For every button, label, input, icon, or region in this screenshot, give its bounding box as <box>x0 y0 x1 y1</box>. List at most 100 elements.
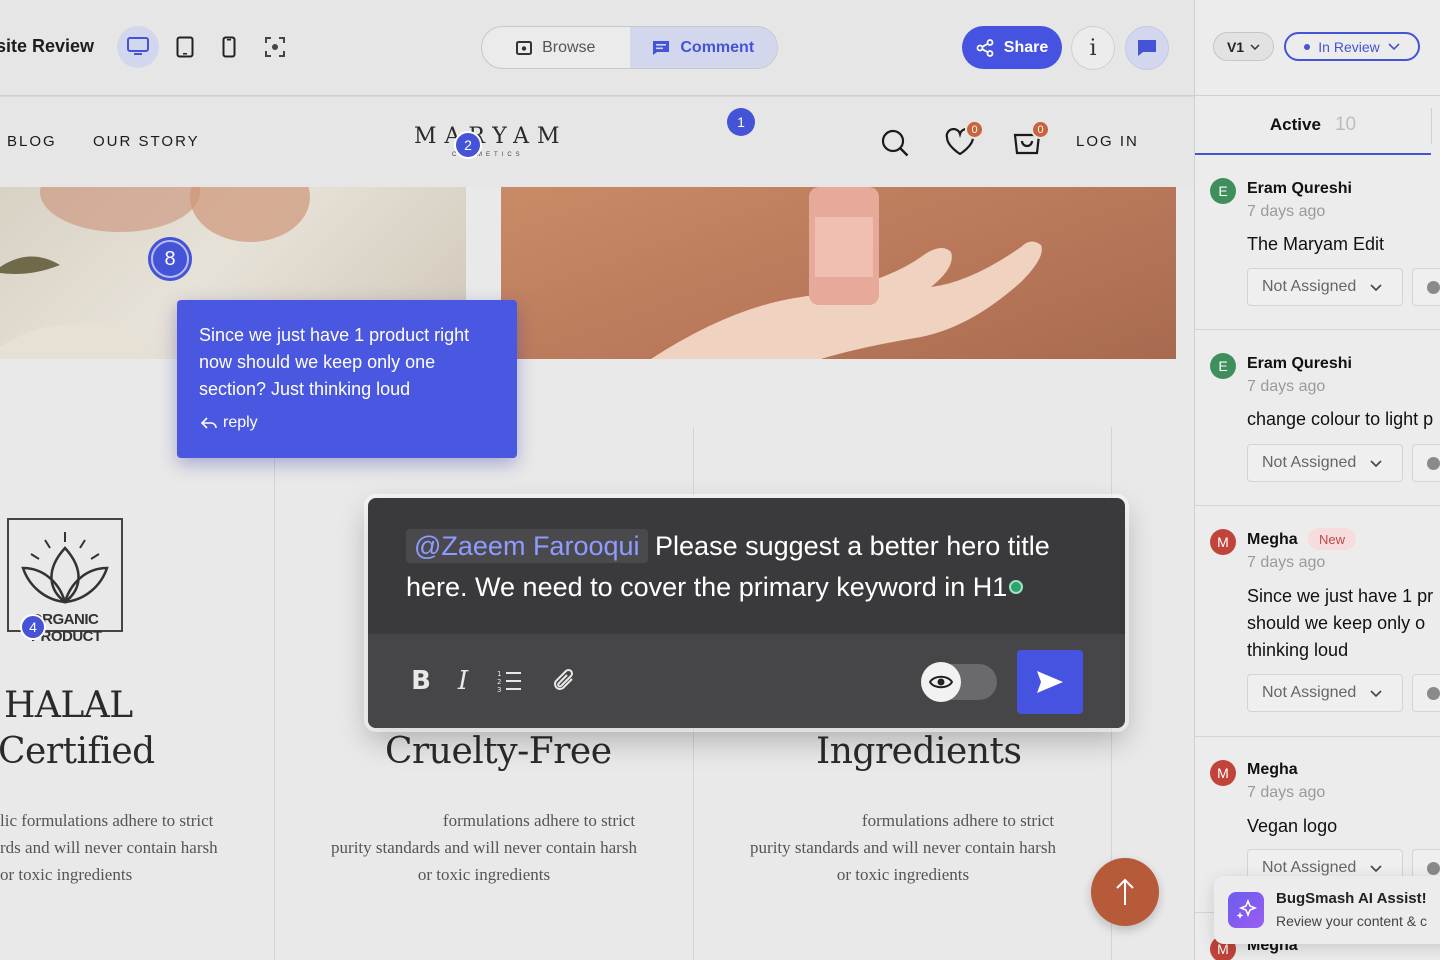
nav-link-blog[interactable]: BLOG <box>7 133 57 150</box>
priority-dropdown[interactable] <box>1412 268 1440 306</box>
reply-label: reply <box>223 414 258 431</box>
chevron-down-icon <box>1370 283 1382 291</box>
desktop-icon <box>127 37 149 55</box>
chevron-down-icon <box>1370 689 1382 697</box>
tab-active[interactable]: Active 10 <box>1195 97 1431 155</box>
info-button[interactable]: i <box>1071 26 1115 70</box>
scroll-to-top-button[interactable] <box>1091 858 1159 926</box>
priority-dropdown[interactable] <box>1412 444 1440 482</box>
share-button[interactable]: Share <box>962 26 1062 69</box>
comment-composer: @Zaeem Farooqui Please suggest a better … <box>368 498 1125 728</box>
reply-button[interactable]: reply <box>201 414 258 432</box>
mode-switch: Browse Comment <box>481 26 778 69</box>
cursor-indicator <box>1009 580 1024 594</box>
send-comment-button[interactable] <box>1017 650 1083 714</box>
comment-text: The Maryam Edit <box>1247 234 1385 254</box>
hero-image-right <box>501 187 1176 359</box>
comment-pin-1[interactable]: 1 <box>727 108 755 136</box>
assignee-label: Not Assigned <box>1262 278 1357 295</box>
comment-text: Vegan logo <box>1247 816 1338 836</box>
avatar: E <box>1210 353 1236 379</box>
comment-pin-4[interactable]: 4 <box>20 614 46 640</box>
priority-dropdown[interactable] <box>1412 674 1440 712</box>
feature-title-cruelty-free: Cruelty-Free <box>385 731 612 772</box>
mobile-view-button[interactable] <box>208 26 250 68</box>
tab-active-count: 10 <box>1334 114 1357 135</box>
nav-link-our-story[interactable]: OUR STORY <box>93 133 200 150</box>
comment-author: Megha <box>1247 761 1298 778</box>
site-header: BLOG OUR STORY MARYAM COSMETICS 0 0 LOG … <box>0 97 1194 187</box>
assignee-dropdown[interactable]: Not Assigned <box>1247 268 1403 306</box>
comment-list-item[interactable]: E Eram Qureshi 7 days ago change colour … <box>1195 331 1440 506</box>
attach-button[interactable] <box>550 666 580 696</box>
assignee-label: Not Assigned <box>1262 859 1357 876</box>
comment-popover[interactable]: Since we just have 1 product right now s… <box>177 300 517 458</box>
bold-icon: B <box>411 666 431 696</box>
composer-toolbar: B I 123 <box>368 634 1125 728</box>
avatar: M <box>1210 529 1236 555</box>
italic-icon: I <box>457 666 469 696</box>
feature-text-halal: lic formulations adhere to strict rds an… <box>0 811 218 884</box>
svg-text:3: 3 <box>497 686 501 693</box>
review-status-dropdown[interactable]: In Review <box>1284 32 1420 61</box>
visibility-toggle[interactable] <box>921 662 997 702</box>
comment-author: Megha <box>1247 531 1298 548</box>
search-icon[interactable] <box>880 128 910 158</box>
comment-list-item[interactable]: E Eram Qureshi 7 days ago The Maryam Edi… <box>1195 157 1440 330</box>
status-dot <box>1304 43 1311 50</box>
comment-pin-8[interactable]: 8 <box>151 240 189 278</box>
assignee-dropdown[interactable]: Not Assigned <box>1247 444 1403 482</box>
chevron-down-icon <box>1370 459 1382 467</box>
version-label: V1 <box>1226 38 1245 55</box>
browser-icon <box>516 40 533 55</box>
share-label: Share <box>1003 38 1049 56</box>
italic-button[interactable]: I <box>448 666 478 696</box>
comments-panel-button[interactable] <box>1125 26 1169 70</box>
svg-text:1: 1 <box>497 670 501 678</box>
review-toolbar: site Review Browse Comment Share i <box>0 0 1194 96</box>
ai-assist-toast[interactable]: BugSmash AI Assist! Review your content … <box>1214 876 1440 944</box>
desktop-view-button[interactable] <box>117 26 159 68</box>
sidebar-header: V1 In Review <box>1195 0 1440 96</box>
comment-input[interactable]: @Zaeem Farooqui Please suggest a better … <box>368 498 1125 634</box>
status-label: In Review <box>1318 38 1380 55</box>
tablet-view-button[interactable] <box>164 26 206 68</box>
info-icon: i <box>1089 35 1097 61</box>
comments-sidebar: V1 In Review Active 10 E Eram Qureshi 7 … <box>1194 0 1440 960</box>
screenshot-button[interactable] <box>254 26 296 68</box>
comment-time: 7 days ago <box>1247 203 1326 220</box>
ai-assist-title: BugSmash AI Assist! <box>1276 890 1427 907</box>
comment-list-item[interactable]: M Megha New 7 days ago Since we just hav… <box>1195 507 1440 737</box>
avatar: E <box>1210 178 1236 204</box>
comment-author: Eram Qureshi <box>1247 355 1352 372</box>
bold-button[interactable]: B <box>406 666 436 696</box>
comment-author: Eram Qureshi <box>1247 180 1352 197</box>
ai-assist-subtitle: Review your content & c <box>1276 913 1427 929</box>
chevron-down-icon <box>1388 43 1400 50</box>
numbered-list-button[interactable]: 123 <box>494 666 524 696</box>
page-title: site Review <box>0 36 95 56</box>
reply-arrow-icon <box>201 417 217 429</box>
login-link[interactable]: LOG IN <box>1076 133 1139 150</box>
hand-with-serum-photo <box>651 187 1042 359</box>
comment-popover-text: Since we just have 1 product right now s… <box>199 325 470 399</box>
chevron-down-icon <box>1370 864 1382 872</box>
version-dropdown[interactable]: V1 <box>1213 32 1274 61</box>
numbered-list-icon: 123 <box>497 670 521 693</box>
tab-active-label: Active <box>1269 115 1321 134</box>
comment-pin-2[interactable]: 2 <box>454 131 482 159</box>
feature-text-ingredients: formulations adhere to strict purity sta… <box>750 811 1056 884</box>
assignee-dropdown[interactable]: Not Assigned <box>1247 674 1403 712</box>
assignee-label: Not Assigned <box>1262 454 1357 471</box>
screenshot-icon <box>265 37 285 57</box>
sparkle-icon <box>1228 892 1264 928</box>
wishlist-count-badge: 0 <box>965 120 984 139</box>
user-mention[interactable]: @Zaeem Farooqui <box>406 529 648 563</box>
paperclip-icon <box>554 668 574 690</box>
comment-mode-button[interactable]: Comment <box>629 27 777 68</box>
comment-time: 7 days ago <box>1247 784 1326 801</box>
svg-text:2: 2 <box>497 678 501 686</box>
brand-logo[interactable]: MARYAM <box>414 124 568 149</box>
feature-title-halal: HALAL <box>4 685 133 726</box>
browse-mode-button[interactable]: Browse <box>482 27 630 68</box>
